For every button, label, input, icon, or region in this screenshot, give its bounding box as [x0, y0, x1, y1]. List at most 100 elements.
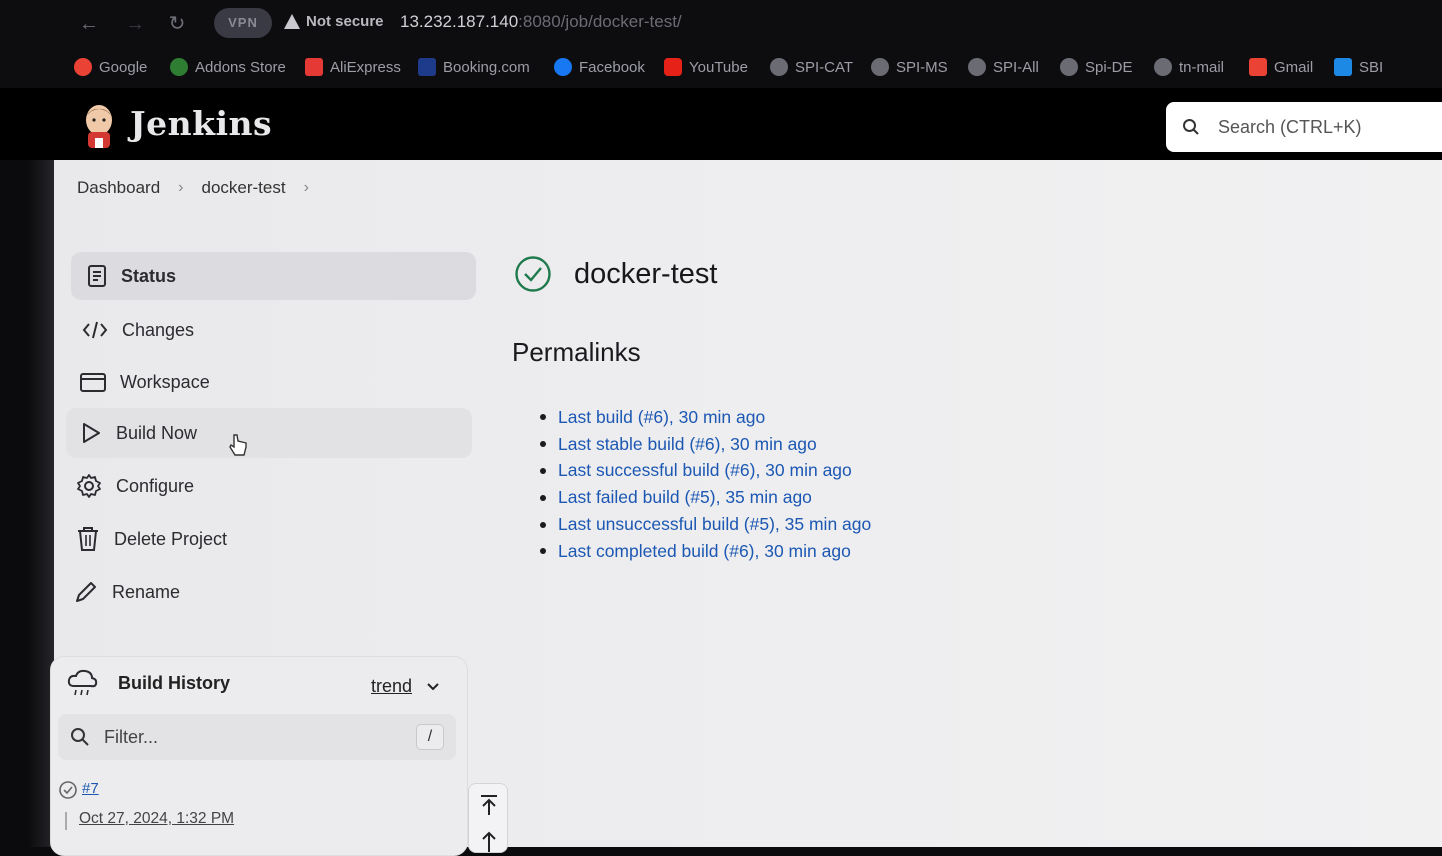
- list-item: Last failed build (#5), 35 min ago: [540, 484, 871, 511]
- jenkins-logo-icon[interactable]: [80, 102, 118, 150]
- breadcrumb-dashboard[interactable]: Dashboard: [77, 178, 160, 198]
- permalinks-heading: Permalinks: [512, 337, 641, 367]
- bullet: [540, 548, 546, 555]
- sidebar-item-label: Rename: [112, 581, 181, 602]
- list-item: Last stable build (#6), 30 min ago: [540, 431, 871, 458]
- bookmark-facebook[interactable]: Facebook: [554, 58, 645, 76]
- bookmark-label: Addons Store: [195, 58, 286, 76]
- permalink-last-unsuccessful-build[interactable]: Last unsuccessful build (#5), 35 min ago: [558, 514, 871, 535]
- addons-store-icon: [170, 58, 188, 76]
- aliexpress-icon: [305, 58, 323, 76]
- scroll-up-icon[interactable]: [479, 830, 499, 852]
- jenkins-brand[interactable]: Jenkins: [130, 104, 272, 143]
- bookmark-sbi[interactable]: SBI: [1334, 58, 1383, 76]
- permalinks-list: Last build (#6), 30 min ago Last stable …: [540, 404, 871, 565]
- bookmark-tn-mail[interactable]: tn-mail: [1154, 58, 1224, 76]
- chevron-right-icon[interactable]: ›: [304, 179, 309, 197]
- success-check-icon: [515, 256, 551, 292]
- list-item: Last build (#6), 30 min ago: [540, 404, 871, 431]
- build-history-header: Build History: [66, 668, 230, 698]
- permalink-last-stable-build[interactable]: Last stable build (#6), 30 min ago: [558, 434, 817, 455]
- globe-icon: [770, 58, 788, 76]
- url-host: 13.232.187.140: [400, 12, 519, 31]
- bookmark-label: SBI: [1359, 58, 1384, 76]
- build-number-link[interactable]: #7: [82, 780, 99, 797]
- permalink-last-successful-build[interactable]: Last successful build (#6), 30 min ago: [558, 460, 852, 481]
- back-arrow-icon[interactable]: ←: [76, 11, 102, 37]
- hand-cursor-icon: [229, 434, 247, 456]
- booking-icon: [418, 58, 436, 76]
- bookmark-booking[interactable]: Booking.com: [418, 58, 530, 76]
- project-header: docker-test: [514, 255, 717, 293]
- security-status[interactable]: Not secure: [306, 13, 384, 30]
- permalink-last-failed-build[interactable]: Last failed build (#5), 35 min ago: [558, 487, 812, 508]
- sidebar-item-delete-project[interactable]: Delete Project: [76, 525, 227, 553]
- bookmark-label: Facebook: [579, 58, 645, 76]
- bookmark-youtube[interactable]: YouTube: [664, 58, 748, 76]
- bookmark-label: Booking.com: [443, 58, 530, 76]
- sidebar-item-configure[interactable]: Configure: [76, 472, 194, 500]
- sidebar-item-label: Status: [121, 265, 177, 286]
- search-box[interactable]: Search (CTRL+K): [1166, 102, 1442, 152]
- folder-icon: [80, 373, 106, 392]
- sidebar-item-build-now[interactable]: Build Now: [66, 408, 472, 458]
- trash-icon: [78, 527, 98, 551]
- youtube-icon: [664, 58, 682, 76]
- scroll-controls: [468, 783, 508, 853]
- bookmark-label: SPI-CAT: [795, 58, 854, 76]
- bookmark-label: SPI-MS: [896, 58, 948, 76]
- bookmark-aliexpress[interactable]: AliExpress: [305, 58, 401, 76]
- bookmark-label: Gmail: [1274, 58, 1314, 76]
- bookmark-spi-cat[interactable]: SPI-CAT: [770, 58, 853, 76]
- bookmark-label: YouTube: [689, 58, 748, 76]
- sidebar-item-label: Changes: [122, 319, 195, 340]
- bookmark-label: SPI-All: [993, 58, 1039, 76]
- play-icon: [83, 423, 100, 443]
- address-bar[interactable]: 13.232.187.140:8080/job/docker-test/: [400, 12, 682, 32]
- build-date-link[interactable]: Oct 27, 2024, 1:32 PM: [79, 810, 234, 828]
- gmail-icon: [1249, 58, 1267, 76]
- bullet: [540, 441, 546, 448]
- globe-icon: [1154, 58, 1172, 76]
- chevron-down-icon[interactable]: [426, 682, 440, 692]
- permalink-last-completed-build[interactable]: Last completed build (#6), 30 min ago: [558, 541, 851, 562]
- bookmark-spi-all[interactable]: SPI-All: [968, 58, 1039, 76]
- bookmark-addons-store[interactable]: Addons Store: [170, 58, 286, 76]
- document-icon: [88, 265, 106, 287]
- trend-link[interactable]: trend: [371, 676, 440, 697]
- sidebar-item-status[interactable]: Status: [71, 252, 476, 300]
- sidebar-item-changes[interactable]: Changes: [82, 316, 194, 344]
- url-path: :8080/job/docker-test/: [518, 12, 682, 31]
- build-divider: [65, 812, 67, 830]
- bookmark-spi-de[interactable]: Spi-DE: [1060, 58, 1133, 76]
- list-item: Last unsuccessful build (#5), 35 min ago: [540, 511, 871, 538]
- vpn-badge[interactable]: VPN: [214, 8, 272, 38]
- bullet: [540, 467, 546, 474]
- bookmark-spi-ms[interactable]: SPI-MS: [871, 58, 948, 76]
- globe-icon: [1060, 58, 1078, 76]
- list-item: Last successful build (#6), 30 min ago: [540, 458, 871, 485]
- weather-cloud-icon: [67, 669, 98, 696]
- sidebar-item-label: Delete Project: [114, 528, 228, 549]
- reload-icon[interactable]: ↻: [164, 11, 190, 37]
- build-history-title: Build History: [118, 672, 231, 693]
- globe-icon: [871, 58, 889, 76]
- list-item: Last completed build (#6), 30 min ago: [540, 538, 871, 565]
- page-title: docker-test: [574, 257, 718, 290]
- forward-arrow-icon[interactable]: →: [122, 11, 148, 37]
- permalink-last-build[interactable]: Last build (#6), 30 min ago: [558, 407, 765, 428]
- facebook-icon: [554, 58, 572, 76]
- pencil-icon: [76, 582, 96, 602]
- bookmark-gmail[interactable]: Gmail: [1249, 58, 1313, 76]
- bullet: [540, 494, 546, 501]
- breadcrumb-docker-test[interactable]: docker-test: [202, 178, 286, 198]
- build-filter-input[interactable]: Filter... /: [58, 714, 456, 760]
- google-icon: [74, 58, 92, 76]
- bookmark-google[interactable]: Google: [74, 58, 147, 76]
- bookmarks-bar: Google Addons Store AliExpress Booking.c…: [0, 46, 1442, 88]
- sidebar-item-rename[interactable]: Rename: [74, 578, 180, 606]
- breadcrumb: Dashboard › docker-test ›: [77, 178, 309, 198]
- sidebar-item-workspace[interactable]: Workspace: [80, 368, 210, 396]
- scroll-to-top-icon[interactable]: [479, 794, 499, 816]
- filter-placeholder: Filter...: [104, 726, 159, 747]
